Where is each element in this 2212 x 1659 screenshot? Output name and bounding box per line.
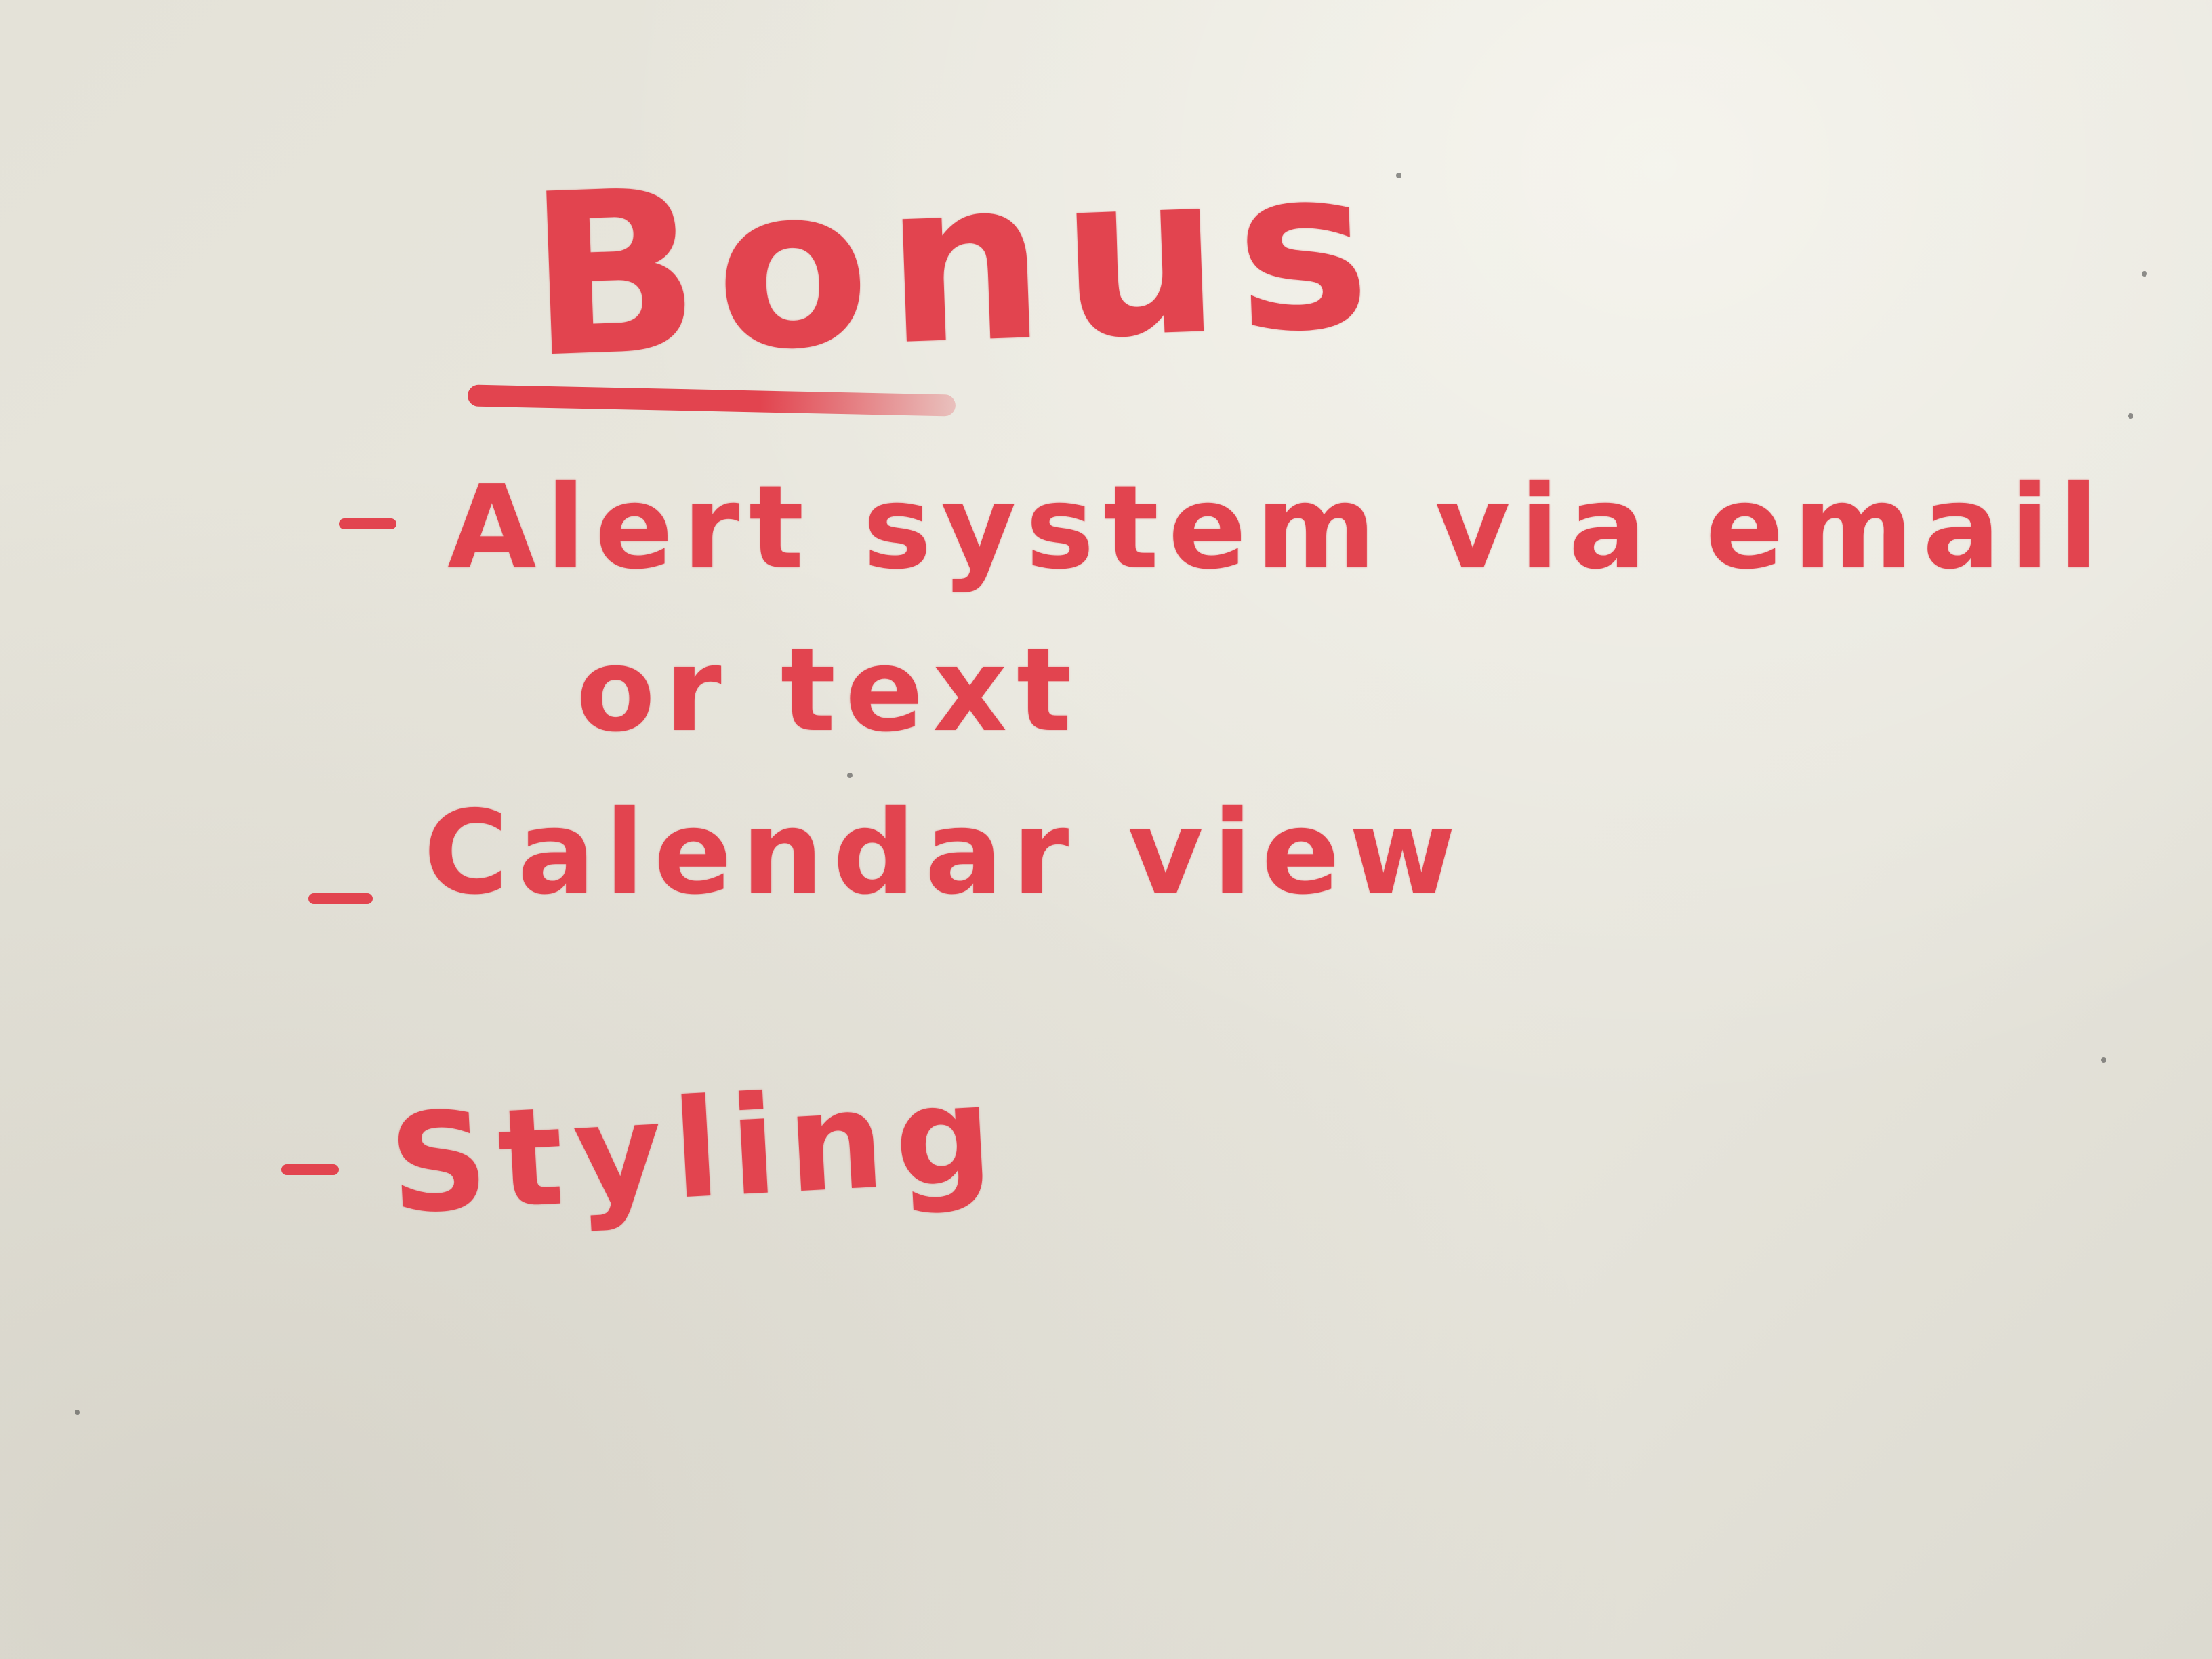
list-item-alert-continued: or text xyxy=(576,623,1082,758)
board-speck xyxy=(847,773,853,778)
list-item-styling: Styling xyxy=(386,1054,1007,1245)
board-speck xyxy=(75,1410,80,1415)
board-title: Bonus xyxy=(524,117,1390,407)
list-item-calendar: Calendar view xyxy=(424,786,1465,920)
bullet-dash-3 xyxy=(281,1164,339,1175)
board-speck xyxy=(2128,413,2133,419)
bullet-dash-2 xyxy=(308,893,373,904)
board-speck xyxy=(2101,1057,2106,1063)
list-item-alert: Alert system via email xyxy=(447,461,2108,595)
board-speck xyxy=(2142,271,2147,276)
whiteboard: Bonus Alert system via email or text Cal… xyxy=(0,0,2212,1659)
bullet-dash-1 xyxy=(339,518,396,529)
board-speck xyxy=(1396,173,1401,178)
